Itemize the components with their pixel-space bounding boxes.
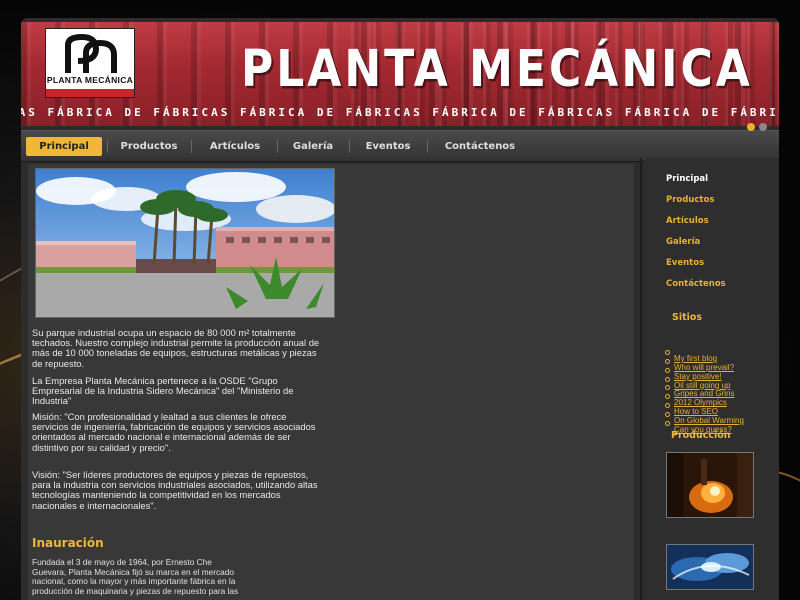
site-title: PLANTA MECÁNICA: [241, 40, 753, 99]
sidebar-link-contactenos[interactable]: Contáctenos: [666, 279, 726, 289]
production-thumbnail[interactable]: [666, 544, 754, 590]
vision-paragraph: Visión: "Ser líderes productores de equi…: [32, 469, 318, 511]
nav-item-galeria[interactable]: Galería: [282, 137, 344, 156]
list-item: Gripes and Grins: [665, 383, 744, 398]
logo-red-strip: [46, 89, 134, 97]
nav-item-productos[interactable]: Productos: [112, 137, 186, 156]
mission-paragraph: Misión: "Con profesionalidad y lealtad a…: [32, 411, 316, 453]
bullet-icon: [665, 403, 670, 409]
intro-paragraph: Su parque industrial ocupa un espacio de…: [32, 327, 320, 369]
nav-item-eventos[interactable]: Eventos: [354, 137, 422, 156]
slider-pager: [743, 122, 773, 132]
sidebar-link-galeria[interactable]: Galería: [666, 237, 700, 247]
organization-paragraph: La Empresa Planta Mecánica pertenece a l…: [32, 375, 294, 407]
list-item: Who will prevail?: [665, 357, 744, 372]
sidebar-link-principal[interactable]: Principal: [666, 174, 708, 184]
planta-mecanica-logo-icon: [65, 33, 117, 73]
factory-photo: [35, 168, 335, 318]
slogan-ticker: CAS FÁBRICA DE FÁBRICAS FÁBRICA DE FÁBRI…: [21, 106, 779, 122]
foundation-paragraph: Fundada el 3 de mayo de 1964, por Ernest…: [32, 557, 239, 596]
sidebar-divider: [640, 158, 642, 600]
list-item: Can you guess?: [665, 419, 744, 434]
bullet-icon: [665, 350, 670, 355]
nav-item-articulos[interactable]: Artículos: [197, 137, 273, 156]
production-heading: Producción: [671, 430, 731, 441]
list-item: 2012 Olympics: [665, 392, 744, 407]
list-item: On Global Warming: [665, 410, 744, 425]
nav-separator: [427, 140, 428, 153]
section-heading: Inauración: [32, 536, 104, 550]
bullet-icon: [665, 394, 670, 400]
nav-separator: [277, 140, 278, 153]
list-item: Stay positive!: [665, 366, 744, 381]
header-banner: PLANTA MECÁNICA PLANTA MECÁNICA CAS FÁBR…: [21, 22, 779, 126]
nav-separator: [191, 140, 192, 153]
sites-list: My first blog Who will prevail? Stay pos…: [665, 348, 744, 434]
production-thumbnail[interactable]: [666, 452, 754, 518]
sidebar: Principal Productos Artículos Galería Ev…: [645, 158, 779, 600]
slider-dot-icon[interactable]: [747, 123, 755, 131]
slider-dot-icon[interactable]: [759, 123, 767, 131]
nav-item-contactenos[interactable]: Contáctenos: [432, 137, 528, 156]
site-logo[interactable]: PLANTA MECÁNICA: [45, 28, 135, 98]
bullet-icon: [665, 411, 670, 417]
sidebar-link-eventos[interactable]: Eventos: [666, 258, 704, 268]
slogan-ticker-text: CAS FÁBRICA DE FÁBRICAS FÁBRICA DE FÁBRI…: [21, 106, 779, 119]
list-item: My first blog: [665, 348, 744, 363]
sidebar-link-productos[interactable]: Productos: [666, 195, 714, 205]
list-item: How to SEO: [665, 401, 744, 416]
bullet-icon: [665, 358, 670, 364]
bullet-icon: [665, 367, 670, 373]
sites-heading: Sitios: [672, 312, 703, 323]
site-container: PLANTA MECÁNICA PLANTA MECÁNICA CAS FÁBR…: [21, 18, 779, 600]
main-content: Su parque industrial ocupa un espacio de…: [28, 164, 634, 600]
bullet-icon: [665, 385, 670, 391]
list-item: Oil still going up: [665, 375, 744, 390]
nav-item-principal[interactable]: Principal: [26, 137, 102, 156]
logo-label: PLANTA MECÁNICA: [46, 75, 134, 85]
nav-separator: [349, 140, 350, 153]
nav-separator: [107, 140, 108, 153]
bullet-icon: [665, 376, 670, 382]
sidebar-link-articulos[interactable]: Artículos: [666, 216, 709, 226]
bullet-icon: [665, 420, 670, 426]
